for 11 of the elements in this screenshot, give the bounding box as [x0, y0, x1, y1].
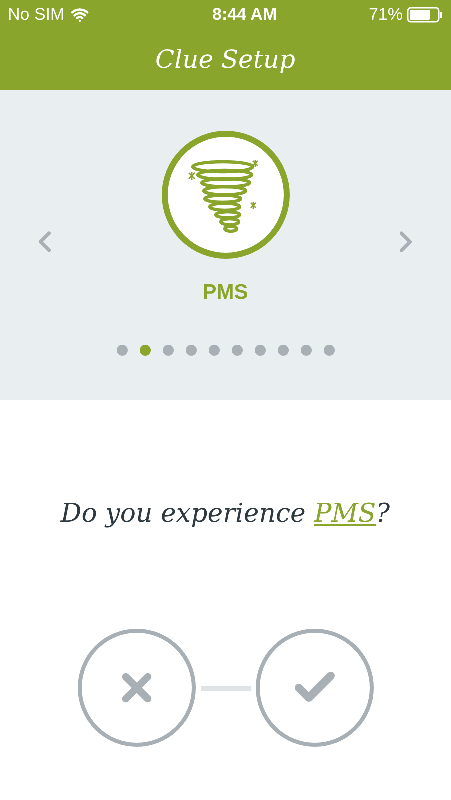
yes-button[interactable]	[256, 629, 374, 747]
pms-link[interactable]: PMS	[314, 499, 376, 529]
clock: 8:44 AM	[212, 4, 278, 26]
no-button[interactable]	[78, 629, 196, 747]
wifi-icon	[70, 6, 89, 24]
battery-percentage: 71%	[368, 4, 403, 26]
question-text: Do you experience PMS?	[60, 498, 392, 531]
battery-icon	[407, 7, 443, 23]
screen-title: Clue Setup	[155, 44, 296, 76]
carrier-label: No SIM	[8, 4, 65, 26]
symptom-label: PMS	[202, 280, 248, 306]
